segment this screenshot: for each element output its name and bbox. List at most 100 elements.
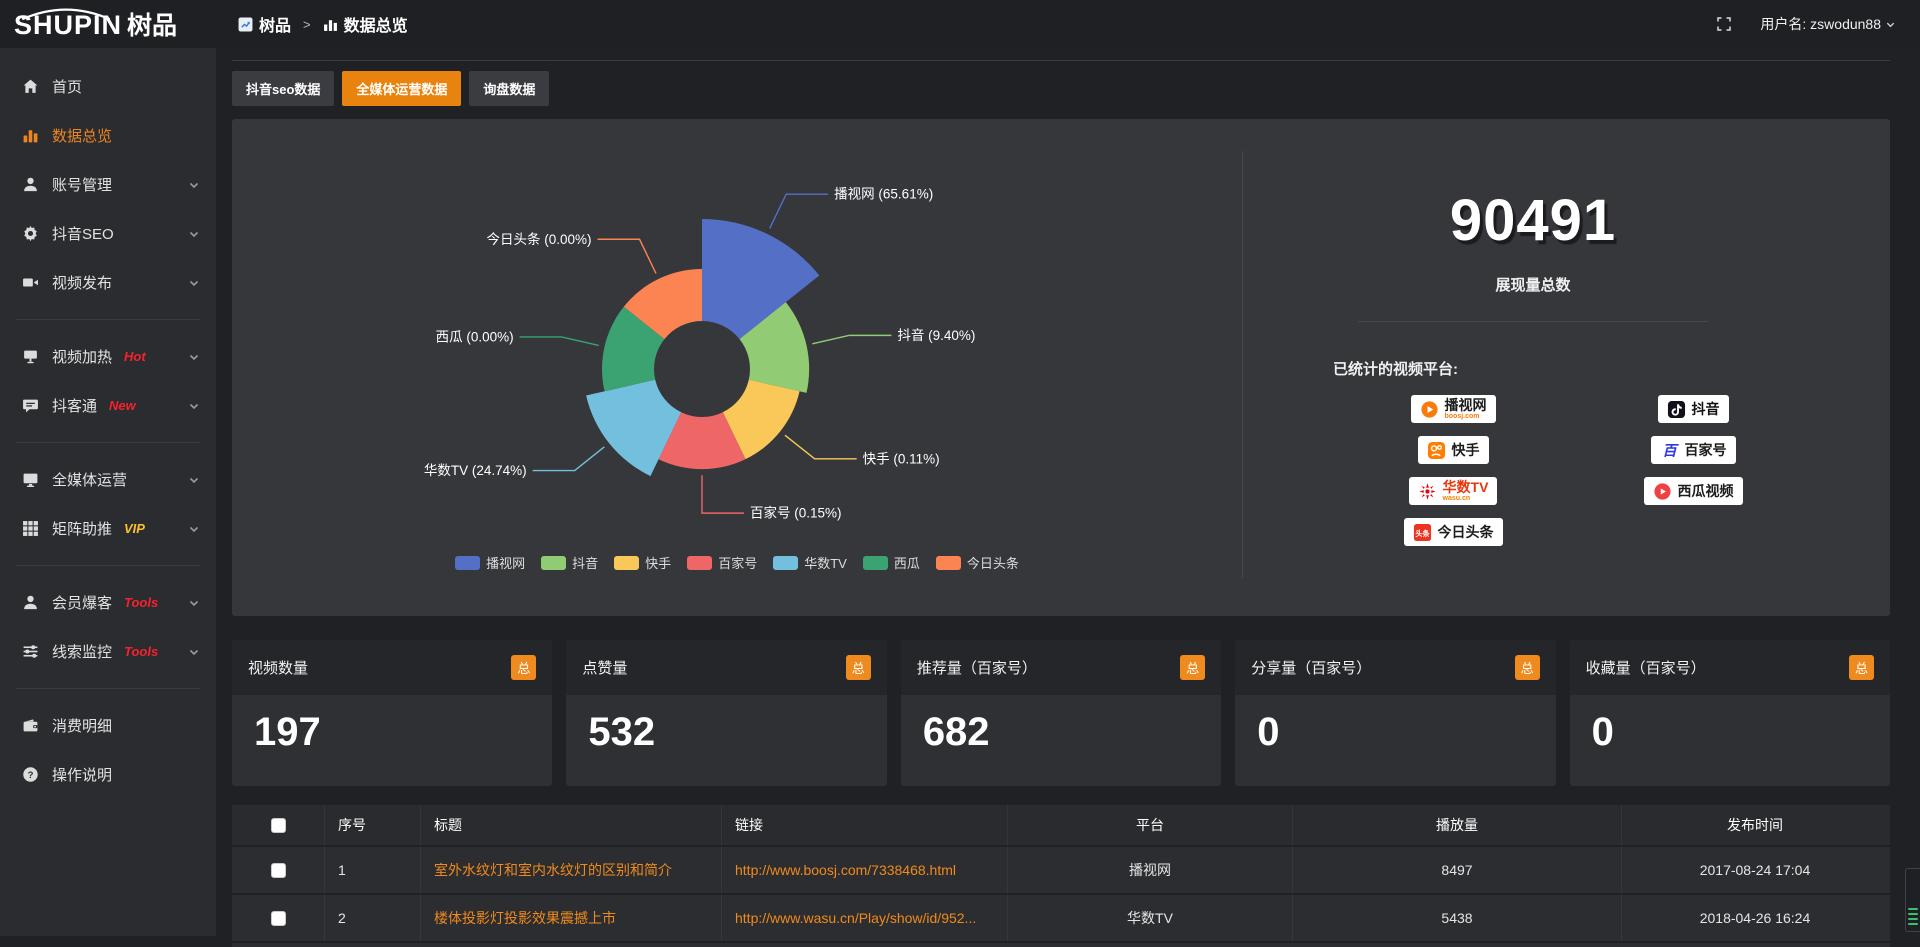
tab-2[interactable]: 询盘数据 xyxy=(469,71,549,106)
total-impressions-value: 90491 xyxy=(1273,187,1793,254)
chevron-down-icon xyxy=(188,228,200,240)
legend-item-6[interactable]: 今日头条 xyxy=(936,553,1019,572)
videos-table: 序号标题链接平台播放量发布时间1室外水纹灯和室内水纹灯的区别和简介http://… xyxy=(232,805,1890,947)
sidebar-item-publish[interactable]: 视频发布 xyxy=(0,258,216,307)
platform-sub: wasu.cn xyxy=(1443,495,1489,502)
legend-swatch xyxy=(773,556,798,570)
video-title-link[interactable]: 室外水纹灯和室内水纹灯的区别和简介 xyxy=(434,860,672,880)
sidebar-item-label: 全媒体运营 xyxy=(52,469,127,490)
sidebar-item-billing[interactable]: 消费明细 xyxy=(0,701,216,750)
legend-label: 今日头条 xyxy=(967,553,1019,572)
sidebar-item-leads[interactable]: 线索监控Tools xyxy=(0,627,216,676)
header-plays: 播放量 xyxy=(1293,805,1622,845)
stat-label: 点赞量 xyxy=(582,657,845,678)
row-checkbox[interactable] xyxy=(271,911,286,926)
sidebar-item-help[interactable]: ?操作说明 xyxy=(0,750,216,799)
pie-slice-0[interactable] xyxy=(702,219,819,339)
breadcrumb-current[interactable]: 数据总览 xyxy=(323,12,408,36)
baijiahao-icon: 百 xyxy=(1660,441,1679,460)
platform-name: 今日头条 xyxy=(1438,525,1494,539)
select-all-checkbox[interactable] xyxy=(271,818,286,833)
fullscreen-icon[interactable] xyxy=(1716,16,1732,32)
chart-card: 播视网 (65.61%)抖音 (9.40%)快手 (0.11%)百家号 (0.1… xyxy=(232,119,1890,616)
sidebar-item-matrix[interactable]: 矩阵助推VIP xyxy=(0,504,216,553)
legend-item-5[interactable]: 西瓜 xyxy=(863,553,920,572)
legend-item-1[interactable]: 抖音 xyxy=(541,553,598,572)
pie-label: 西瓜 (0.00%) xyxy=(436,329,514,344)
svg-text:?: ? xyxy=(28,770,34,781)
legend-swatch xyxy=(863,556,888,570)
tab-1[interactable]: 全媒体运营数据 xyxy=(342,71,461,106)
chevron-down-icon xyxy=(188,474,200,486)
sidebar-item-badge: Hot xyxy=(124,349,146,364)
legend-item-0[interactable]: 播视网 xyxy=(455,553,525,572)
svg-text:头条: 头条 xyxy=(1415,528,1430,537)
chevron-down-icon xyxy=(188,179,200,191)
stat-total-badge: 总 xyxy=(1515,655,1540,680)
platform-badge-3: 百百家号 xyxy=(1651,436,1736,464)
sidebar-item-label: 数据总览 xyxy=(52,125,112,146)
breadcrumb-separator: > xyxy=(303,17,311,32)
sidebar-divider xyxy=(16,688,200,689)
stat-total-badge: 总 xyxy=(1849,655,1874,680)
sidebar-item-badge: Tools xyxy=(124,595,158,610)
legend-item-2[interactable]: 快手 xyxy=(614,553,671,572)
sidebar-item-heat[interactable]: 视频加热Hot xyxy=(0,332,216,381)
sidebar-item-label: 视频发布 xyxy=(52,272,112,293)
stat-total-badge: 总 xyxy=(511,655,536,680)
rose-pie-chart[interactable]: 播视网 (65.61%)抖音 (9.40%)快手 (0.11%)百家号 (0.1… xyxy=(232,119,1242,616)
sidebar-item-label: 会员爆客 xyxy=(52,592,112,613)
sidebar-item-label: 首页 xyxy=(52,76,82,97)
username[interactable]: 用户名: zswodun88 xyxy=(1760,14,1881,34)
gear-icon xyxy=(22,225,39,242)
user-icon xyxy=(22,594,39,611)
legend-item-3[interactable]: 百家号 xyxy=(687,553,757,572)
video-url-link[interactable]: http://www.wasu.cn/Play/show/id/952... xyxy=(735,910,976,926)
chevron-down-icon[interactable] xyxy=(1885,19,1896,30)
platform-name: 华数TV xyxy=(1443,480,1489,494)
table-header-row: 序号标题链接平台播放量发布时间 xyxy=(232,805,1890,845)
cell-plays: 5438 xyxy=(1293,895,1622,941)
row-checkbox[interactable] xyxy=(271,863,286,878)
breadcrumb-root[interactable]: 树品 xyxy=(238,12,291,36)
cell-plays: 8497 xyxy=(1293,847,1622,893)
chevron-down-icon xyxy=(188,400,200,412)
cell-platform: 播视网 xyxy=(1008,847,1293,893)
platform-name: 百家号 xyxy=(1685,443,1727,457)
video-title-link[interactable]: 楼体投影灯投影效果震撼上市 xyxy=(434,908,616,928)
stat-value: 197 xyxy=(232,695,552,755)
sidebar-item-label: 线索监控 xyxy=(52,641,112,662)
pie-label-line xyxy=(520,337,599,345)
stat-value: 0 xyxy=(1570,695,1890,755)
wallet-icon xyxy=(22,717,39,734)
pie-label-line xyxy=(533,447,605,471)
sidebar-item-members[interactable]: 会员爆客 Tools xyxy=(0,578,216,627)
stat-label: 收藏量（百家号） xyxy=(1586,657,1849,678)
legend-item-4[interactable]: 华数TV xyxy=(773,553,847,572)
sidebar-item-accounts[interactable]: 账号管理 xyxy=(0,160,216,209)
cell-index: 2 xyxy=(325,895,421,941)
platform-badge-5: 西瓜视频 xyxy=(1644,477,1743,505)
boosj-icon xyxy=(1420,400,1439,419)
sidebar-item-overview[interactable]: 数据总览 xyxy=(0,111,216,160)
platform-badge-2: 快手 xyxy=(1418,436,1489,464)
header-link: 链接 xyxy=(722,805,1008,845)
sidebar-item-home[interactable]: 首页 xyxy=(0,62,216,111)
sidebar-item-media-ops[interactable]: 全媒体运营 xyxy=(0,455,216,504)
video-url-link[interactable]: http://www.boosj.com/7338468.html xyxy=(735,862,956,878)
sidebar-item-douketong[interactable]: 抖客通New xyxy=(0,381,216,430)
trend-icon xyxy=(238,17,253,32)
douyin-icon xyxy=(1667,400,1686,419)
cell-link: http://www.boosj.com/7338468.html xyxy=(722,847,1008,893)
platform-name: 抖音 xyxy=(1692,402,1720,416)
app-logo[interactable]: SHUPIN 树品 xyxy=(0,6,216,42)
floating-widget[interactable] xyxy=(1905,868,1920,932)
table-row-partial xyxy=(232,943,1890,947)
legend-label: 播视网 xyxy=(486,553,525,572)
sidebar-item-badge: VIP xyxy=(124,521,145,536)
logo-text-cn: 树品 xyxy=(127,6,177,42)
pie-label-line xyxy=(785,435,857,459)
sidebar-item-douyin-seo[interactable]: 抖音SEO xyxy=(0,209,216,258)
legend-label: 抖音 xyxy=(572,553,598,572)
tab-0[interactable]: 抖音seo数据 xyxy=(232,71,334,106)
